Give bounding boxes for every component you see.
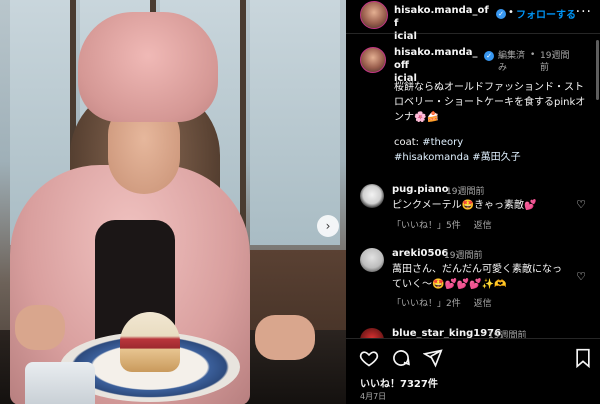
hashtag-link[interactable]: #hisakomanda #萬田久子 bbox=[394, 152, 521, 163]
post-photo[interactable]: › bbox=[0, 0, 346, 404]
comment-username[interactable]: areki0506 bbox=[392, 248, 448, 259]
like-comment-heart-icon[interactable]: ♡ bbox=[576, 198, 586, 211]
avatar[interactable] bbox=[360, 1, 388, 29]
post-date[interactable]: 4月7日 bbox=[360, 391, 386, 402]
bookmark-icon[interactable] bbox=[572, 347, 594, 369]
post-side-panel: hisako.manda_off icial ✓ • フォローする ··· hi… bbox=[346, 0, 600, 404]
caption-tags: coat: #theory #hisakomanda #萬田久子 bbox=[394, 135, 590, 165]
reply-button[interactable]: 返信 bbox=[474, 299, 492, 309]
scrollbar[interactable] bbox=[596, 40, 599, 100]
header-username[interactable]: hisako.manda_off icial bbox=[394, 4, 492, 43]
verified-badge-icon: ✓ bbox=[496, 9, 506, 19]
avatar[interactable] bbox=[360, 47, 386, 73]
window-frame bbox=[240, 0, 246, 250]
strawberry-shortcake bbox=[120, 312, 180, 372]
verified-badge-icon: ✓ bbox=[484, 51, 494, 61]
follow-button[interactable]: フォローする bbox=[516, 6, 576, 21]
right-hand bbox=[255, 315, 315, 360]
more-options-icon[interactable]: ··· bbox=[576, 4, 592, 20]
comment-timestamp: 19週間前 bbox=[446, 187, 485, 197]
comment-username[interactable]: pug.piano bbox=[392, 184, 449, 195]
left-hand bbox=[15, 305, 65, 350]
tea-cup bbox=[25, 362, 95, 404]
separator-dot: • bbox=[530, 50, 536, 60]
reply-button[interactable]: 返信 bbox=[474, 221, 492, 231]
avatar[interactable] bbox=[360, 248, 384, 272]
likes-count[interactable]: いいね！7327件 bbox=[360, 375, 438, 390]
like-heart-icon[interactable] bbox=[358, 347, 380, 369]
share-send-icon[interactable] bbox=[422, 347, 444, 369]
like-comment-heart-icon[interactable]: ♡ bbox=[576, 270, 586, 283]
next-photo-button[interactable]: › bbox=[317, 215, 339, 237]
hashtag-link[interactable]: #theory bbox=[422, 137, 463, 148]
comment-timestamp: 19週間前 bbox=[444, 251, 483, 261]
comment-meta: 「いいね！」2件 返信 bbox=[392, 296, 502, 309]
post-header: hisako.manda_off icial ✓ • フォローする ··· bbox=[346, 0, 600, 42]
post-actions: いいね！7327件 4月7日 bbox=[346, 338, 600, 404]
comment-bubble-icon[interactable] bbox=[390, 347, 412, 369]
separator-dot: • bbox=[508, 7, 514, 18]
comment-text: 萬田さん、だんだん可愛く素敵になっていく〜🤩💕💕💕✨🫶 bbox=[392, 264, 562, 290]
comment-likes[interactable]: 「いいね！」5件 bbox=[392, 221, 461, 231]
comment-text: ピンクメーテル🤩きゃっ素敵💕 bbox=[392, 200, 537, 211]
edited-label: 編集済み bbox=[498, 51, 526, 73]
comment-meta: 「いいね！」5件 返信 bbox=[392, 218, 502, 231]
caption-text: 桜餅ならぬオールドファッションド・ストロベリー・ショートケーキを食するpinkオ… bbox=[394, 82, 586, 123]
caption-timestamp[interactable]: 19週間前 bbox=[540, 50, 576, 74]
chevron-right-icon: › bbox=[325, 219, 331, 233]
comment-likes[interactable]: 「いいね！」2件 bbox=[392, 299, 461, 309]
window-pane bbox=[250, 0, 340, 245]
fur-hat bbox=[78, 12, 218, 122]
coat-label: coat: bbox=[394, 137, 423, 148]
avatar[interactable] bbox=[360, 184, 384, 208]
